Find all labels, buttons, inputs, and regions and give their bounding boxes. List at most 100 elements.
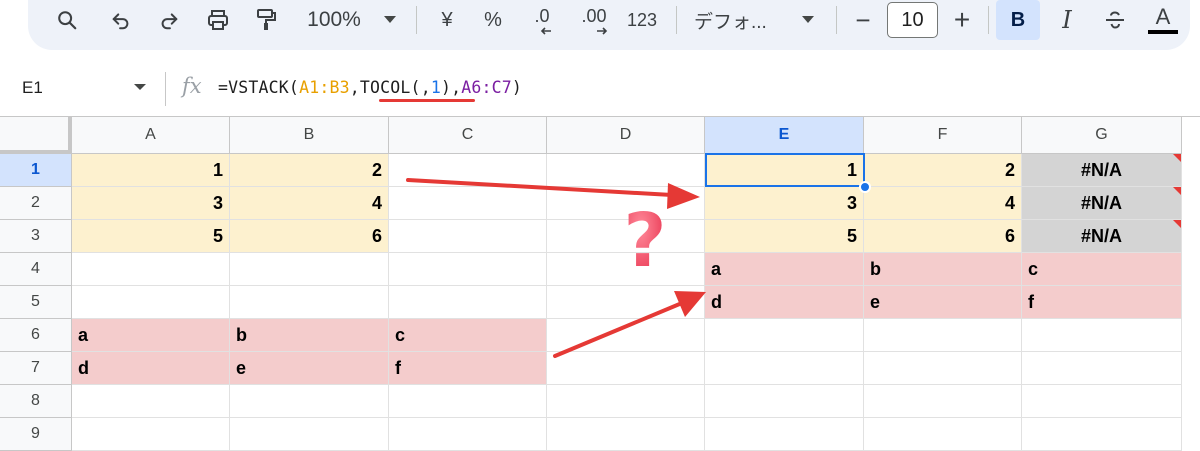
zoom-dropdown-button[interactable] (380, 0, 400, 40)
strikethrough-button[interactable] (1098, 0, 1132, 40)
cell-a3[interactable]: 5 (72, 220, 230, 253)
cell-b3[interactable]: 6 (230, 220, 389, 253)
column-header-f[interactable]: F (864, 117, 1022, 154)
cell-b1[interactable]: 2 (230, 154, 389, 187)
bold-button[interactable]: B (996, 0, 1040, 40)
cell-b8[interactable] (230, 385, 389, 418)
row-header-1[interactable]: 1 (0, 154, 72, 187)
cell-c5[interactable] (389, 286, 547, 319)
decrease-font-size-button[interactable]: − (850, 0, 876, 40)
select-all-corner[interactable] (0, 117, 72, 154)
cell-f2[interactable]: 4 (864, 187, 1022, 220)
column-header-d[interactable]: D (547, 117, 705, 154)
cell-b6[interactable]: b (230, 319, 389, 352)
format-percent-button[interactable]: % (480, 0, 506, 40)
cell-e1[interactable]: 1 (705, 154, 864, 187)
cell-d3[interactable] (547, 220, 705, 253)
cell-f6[interactable] (864, 319, 1022, 352)
cell-b9[interactable] (230, 418, 389, 451)
cell-c1[interactable] (389, 154, 547, 187)
cell-b4[interactable] (230, 253, 389, 286)
cell-e6[interactable] (705, 319, 864, 352)
cell-a8[interactable] (72, 385, 230, 418)
font-dropdown-button[interactable] (798, 0, 818, 40)
cell-e2[interactable]: 3 (705, 187, 864, 220)
cell-e8[interactable] (705, 385, 864, 418)
cell-a2[interactable]: 3 (72, 187, 230, 220)
row-header-3[interactable]: 3 (0, 220, 72, 253)
increase-decimal-button[interactable]: .00 (576, 0, 612, 40)
cell-d4[interactable] (547, 253, 705, 286)
error-indicator-icon[interactable] (1173, 220, 1181, 228)
cell-d9[interactable] (547, 418, 705, 451)
column-header-e[interactable]: E (705, 117, 864, 154)
cell-a5[interactable] (72, 286, 230, 319)
row-header-2[interactable]: 2 (0, 187, 72, 220)
cell-d7[interactable] (547, 352, 705, 385)
redo-button[interactable] (152, 0, 186, 40)
cell-g4[interactable]: c (1022, 253, 1182, 286)
column-header-c[interactable]: C (389, 117, 547, 154)
cell-a9[interactable] (72, 418, 230, 451)
row-header-7[interactable]: 7 (0, 352, 72, 385)
cell-a1[interactable]: 1 (72, 154, 230, 187)
text-color-button[interactable]: A (1146, 0, 1180, 40)
format-currency-button[interactable]: ¥ (434, 0, 460, 40)
column-header-b[interactable]: B (230, 117, 389, 154)
cell-g8[interactable] (1022, 385, 1182, 418)
cell-g1[interactable]: #N/A (1022, 154, 1182, 187)
font-size-input[interactable]: 10 (887, 2, 938, 38)
cell-c8[interactable] (389, 385, 547, 418)
cell-g5[interactable]: f (1022, 286, 1182, 319)
cell-g9[interactable] (1022, 418, 1182, 451)
error-indicator-icon[interactable] (1173, 154, 1181, 162)
cell-f7[interactable] (864, 352, 1022, 385)
cell-b7[interactable]: e (230, 352, 389, 385)
row-header-6[interactable]: 6 (0, 319, 72, 352)
error-indicator-icon[interactable] (1173, 187, 1181, 195)
cell-c7[interactable]: f (389, 352, 547, 385)
column-header-a[interactable]: A (72, 117, 230, 154)
formula-input[interactable]: =VSTACK(A1:B3,TOCOL(,1),A6:C7) (218, 78, 522, 97)
cell-f5[interactable]: e (864, 286, 1022, 319)
print-button[interactable] (200, 0, 236, 40)
cell-d2[interactable] (547, 187, 705, 220)
row-header-4[interactable]: 4 (0, 253, 72, 286)
cell-c6[interactable]: c (389, 319, 547, 352)
cell-c3[interactable] (389, 220, 547, 253)
cell-f3[interactable]: 6 (864, 220, 1022, 253)
column-header-g[interactable]: G (1022, 117, 1182, 154)
cell-g2[interactable]: #N/A (1022, 187, 1182, 220)
paint-format-button[interactable] (248, 0, 284, 40)
cell-c4[interactable] (389, 253, 547, 286)
cell-b5[interactable] (230, 286, 389, 319)
cell-d6[interactable] (547, 319, 705, 352)
cell-e3[interactable]: 5 (705, 220, 864, 253)
cell-f8[interactable] (864, 385, 1022, 418)
cell-e7[interactable] (705, 352, 864, 385)
decrease-decimal-button[interactable]: .0 (526, 0, 558, 40)
cell-a4[interactable] (72, 253, 230, 286)
more-formats-button[interactable]: 123 (624, 0, 660, 40)
cell-c2[interactable] (389, 187, 547, 220)
cell-a7[interactable]: d (72, 352, 230, 385)
cell-f1[interactable]: 2 (864, 154, 1022, 187)
row-header-5[interactable]: 5 (0, 286, 72, 319)
undo-button[interactable] (104, 0, 138, 40)
cell-e5[interactable]: d (705, 286, 864, 319)
cell-d1[interactable] (547, 154, 705, 187)
cell-a6[interactable]: a (72, 319, 230, 352)
cell-b2[interactable]: 4 (230, 187, 389, 220)
cell-f9[interactable] (864, 418, 1022, 451)
cell-e4[interactable]: a (705, 253, 864, 286)
cell-g3[interactable]: #N/A (1022, 220, 1182, 253)
zoom-select[interactable]: 100% (298, 0, 370, 40)
row-header-8[interactable]: 8 (0, 385, 72, 418)
increase-font-size-button[interactable]: + (948, 0, 976, 40)
fill-handle[interactable] (859, 181, 871, 193)
cell-g7[interactable] (1022, 352, 1182, 385)
font-family-select[interactable]: デフォ... (694, 0, 786, 40)
cell-g6[interactable] (1022, 319, 1182, 352)
cell-c9[interactable] (389, 418, 547, 451)
name-box-dropdown-icon[interactable] (134, 84, 146, 90)
